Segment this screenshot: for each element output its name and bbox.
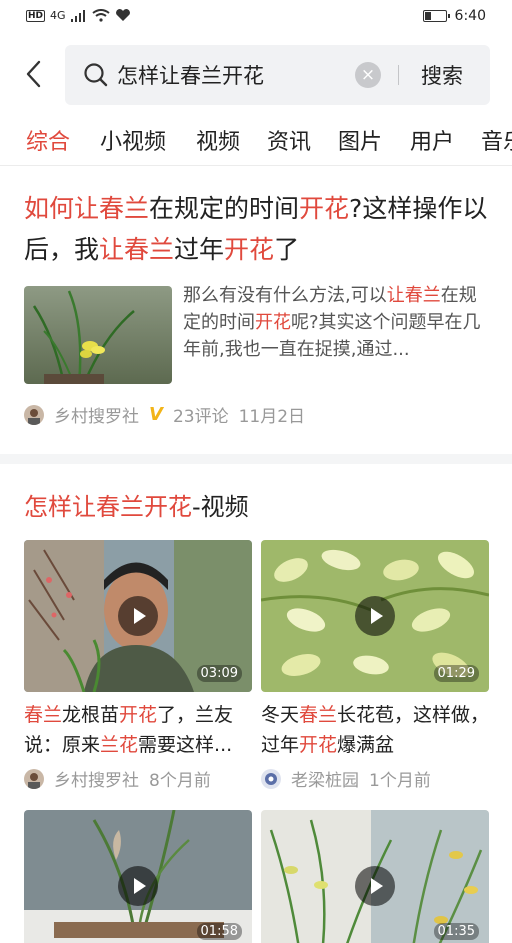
search-icon <box>84 63 108 87</box>
comment-count: 23评论 <box>172 407 229 427</box>
author-name[interactable]: 乡村搜罗社 <box>54 402 139 427</box>
video-age: 8个月前 <box>149 771 211 791</box>
search-header: 怎样让春兰开花 × 搜索 <box>0 36 512 112</box>
play-icon[interactable] <box>355 866 395 906</box>
article-thumbnail[interactable] <box>24 286 172 384</box>
author-name[interactable]: 乡村搜罗社 <box>54 766 139 791</box>
video-card[interactable]: 03:09 春兰龙根苗开花了，兰友说：原来兰花需要这样... 乡村搜罗社 8个月… <box>24 540 252 800</box>
clear-icon[interactable]: × <box>355 62 381 88</box>
video-thumbnail[interactable]: 03:09 <box>24 540 252 692</box>
section-divider <box>0 454 512 464</box>
video-section-title[interactable]: 怎样让春兰开花-视频 <box>24 487 249 522</box>
video-duration: 03:09 <box>196 665 242 682</box>
search-input[interactable]: 怎样让春兰开花 <box>117 60 264 90</box>
battery-icon <box>422 10 450 22</box>
tab-news[interactable]: 资讯 <box>267 124 311 156</box>
video-age: 1个月前 <box>369 771 431 791</box>
hd-icon: HD <box>26 9 46 22</box>
tab-music[interactable]: 音乐 <box>481 124 512 156</box>
article-title[interactable]: 如何让春兰在规定的时间开花?这样操作以后，我让春兰过年开花了 <box>24 188 494 270</box>
article-result[interactable]: 如何让春兰在规定的时间开花?这样操作以后，我让春兰过年开花了 那么有没有什么方法… <box>0 166 512 454</box>
play-icon[interactable] <box>118 596 158 636</box>
video-thumbnail[interactable]: 01:29 <box>261 540 489 692</box>
network-type: 4G <box>50 9 66 22</box>
video-duration: 01:35 <box>433 923 479 940</box>
video-title[interactable]: 冬天春兰长花苞，这样做，过年开花爆满盆 <box>261 700 493 760</box>
video-duration: 01:29 <box>433 665 479 682</box>
search-divider <box>398 65 399 85</box>
video-thumbnail[interactable]: 01:58 <box>24 810 252 943</box>
video-card[interactable]: 01:29 冬天春兰长花苞，这样做，过年开花爆满盆 老梁桩园 1个月前 <box>261 540 489 800</box>
health-heart-icon <box>115 9 130 21</box>
video-title[interactable]: 春兰龙根苗开花了，兰友说：原来兰花需要这样... <box>24 700 256 760</box>
tab-video[interactable]: 视频 <box>196 124 240 156</box>
tab-all[interactable]: 综合 <box>26 124 70 156</box>
back-arrow-icon <box>26 60 41 88</box>
status-bar: HD 4G 6:40 <box>0 0 512 36</box>
clock: 6:40 <box>454 8 486 24</box>
video-thumbnail[interactable]: 01:35 <box>261 810 489 943</box>
video-duration: 01:58 <box>196 923 242 940</box>
video-card[interactable]: 01:35 <box>261 810 489 943</box>
avatar[interactable] <box>261 768 281 789</box>
signal-icon <box>70 9 85 22</box>
author-name[interactable]: 老梁桩园 <box>291 766 359 791</box>
tab-images[interactable]: 图片 <box>338 124 382 156</box>
avatar[interactable] <box>24 768 44 789</box>
search-button[interactable]: 搜索 <box>421 60 463 90</box>
tab-users[interactable]: 用户 <box>410 124 454 156</box>
play-icon[interactable] <box>355 596 395 636</box>
article-meta: 乡村搜罗社 V 23评论 11月2日 <box>24 402 305 427</box>
category-tabs: 综合 小视频 视频 资讯 图片 用户 音乐 <box>0 112 512 166</box>
play-icon[interactable] <box>118 866 158 906</box>
verified-icon: V <box>149 404 163 425</box>
avatar[interactable] <box>24 404 44 425</box>
video-card[interactable]: 01:58 <box>24 810 252 943</box>
tab-short-video[interactable]: 小视频 <box>100 124 166 156</box>
search-box[interactable]: 怎样让春兰开花 × 搜索 <box>65 45 490 105</box>
video-meta: 乡村搜罗社 8个月前 <box>24 766 211 791</box>
wifi-icon <box>91 9 110 22</box>
back-button[interactable] <box>18 56 48 92</box>
video-meta: 老梁桩园 1个月前 <box>261 766 431 791</box>
publish-date: 11月2日 <box>238 407 306 427</box>
article-snippet: 那么有没有什么方法,可以让春兰在规定的时间开花呢?其实这个问题早在几年前,我也一… <box>183 285 481 360</box>
